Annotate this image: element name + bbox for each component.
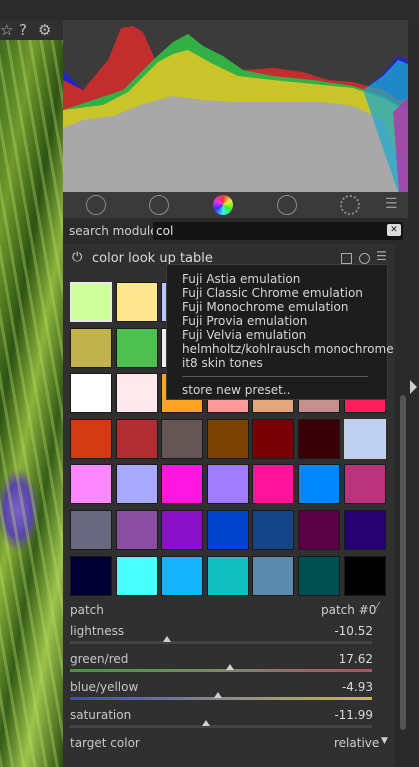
- color-patch[interactable]: [298, 464, 340, 505]
- effects-group-icon[interactable]: [340, 195, 360, 215]
- color-patch[interactable]: [161, 418, 204, 459]
- color-patch[interactable]: [206, 418, 249, 459]
- color-patch[interactable]: [252, 418, 295, 459]
- module-power-icon[interactable]: ⏻: [72, 250, 82, 265]
- color-patch[interactable]: [70, 327, 112, 368]
- correct-group-icon[interactable]: [277, 195, 297, 215]
- preset-item[interactable]: helmholtz/kohlrausch monochrome: [182, 342, 394, 356]
- module-groups: ☰: [63, 192, 408, 218]
- saturation-slider[interactable]: [70, 725, 372, 728]
- search-input[interactable]: col ✕: [153, 222, 403, 240]
- color-patch[interactable]: [343, 510, 386, 550]
- presets-menu-icon[interactable]: ☰: [376, 249, 387, 263]
- blue-yellow-value: -4.93: [341, 680, 373, 694]
- saturation-value: -11.99: [334, 708, 373, 722]
- scrollbar[interactable]: [400, 395, 406, 730]
- green-red-label: green/red: [70, 652, 129, 666]
- lightness-value: -10.52: [334, 624, 373, 638]
- store-preset-item[interactable]: store new preset..: [182, 383, 290, 397]
- color-patch[interactable]: [115, 327, 158, 368]
- help-icon[interactable]: ?: [19, 20, 27, 40]
- power-icon[interactable]: [86, 195, 106, 215]
- preset-item[interactable]: it8 skin tones: [182, 356, 263, 370]
- color-patch[interactable]: [70, 418, 112, 459]
- green-red-knob[interactable]: [226, 664, 235, 670]
- settings-icon[interactable]: ⚙: [38, 20, 51, 40]
- color-patch[interactable]: [115, 418, 158, 459]
- image-texture: [0, 40, 63, 767]
- preset-item[interactable]: Fuji Astia emulation: [182, 272, 300, 286]
- color-patch[interactable]: [70, 464, 112, 505]
- preset-item[interactable]: Fuji Provia emulation: [182, 314, 307, 328]
- preset-item[interactable]: Fuji Velvia emulation: [182, 328, 306, 342]
- collapse-right-icon[interactable]: [410, 380, 417, 394]
- color-patch[interactable]: [70, 510, 112, 550]
- color-patch[interactable]: [115, 510, 158, 550]
- color-patch[interactable]: [298, 510, 340, 550]
- preset-divider: [182, 376, 368, 377]
- green-red-value: 17.62: [338, 652, 373, 666]
- star-icon[interactable]: ☆: [0, 20, 13, 40]
- color-patch[interactable]: [206, 464, 249, 505]
- histogram[interactable]: [63, 20, 408, 192]
- blue-yellow-label: blue/yellow: [70, 680, 139, 694]
- picker-icon[interactable]: ⁄: [376, 600, 378, 614]
- color-patch[interactable]: [70, 373, 112, 414]
- saturation-label: saturation: [70, 708, 132, 722]
- patch-value[interactable]: patch #0: [321, 603, 376, 617]
- header-icons: ☆ ? ⚙: [0, 20, 63, 40]
- color-patch[interactable]: [298, 555, 340, 596]
- search-row: search module col ✕: [63, 220, 408, 242]
- color-patch[interactable]: [70, 282, 112, 322]
- preset-item[interactable]: Fuji Classic Chrome emulation: [182, 286, 363, 300]
- color-patch[interactable]: [161, 464, 204, 505]
- color-patch[interactable]: [115, 555, 158, 596]
- histogram-graph: [63, 26, 408, 192]
- clear-icon[interactable]: ✕: [387, 224, 401, 236]
- color-patch[interactable]: [298, 418, 340, 459]
- color-patch[interactable]: [343, 418, 386, 459]
- patch-label: patch: [70, 603, 104, 617]
- color-patch[interactable]: [115, 282, 158, 322]
- target-color-label: target color: [70, 736, 140, 750]
- color-patch[interactable]: [115, 373, 158, 414]
- lightness-slider[interactable]: [70, 641, 372, 644]
- menu-icon[interactable]: ☰: [385, 196, 398, 212]
- lightness-label: lightness: [70, 624, 125, 638]
- blue-yellow-knob[interactable]: [213, 692, 222, 698]
- color-patch[interactable]: [252, 464, 295, 505]
- presets-dropdown[interactable]: Fuji Astia emulation Fuji Classic Chrome…: [166, 264, 394, 400]
- preset-item[interactable]: Fuji Monochrome emulation: [182, 300, 348, 314]
- color-patch[interactable]: [115, 464, 158, 505]
- color-patch[interactable]: [161, 555, 204, 596]
- color-patch[interactable]: [206, 510, 249, 550]
- top-bar: [0, 0, 419, 22]
- color-patch[interactable]: [161, 510, 204, 550]
- saturation-knob[interactable]: [201, 720, 210, 726]
- color-patch[interactable]: [343, 555, 386, 596]
- circle-icon[interactable]: [149, 195, 169, 215]
- color-patch[interactable]: [343, 464, 386, 505]
- green-red-slider[interactable]: [70, 669, 372, 672]
- dropdown-arrow-icon[interactable]: ▼: [381, 736, 388, 746]
- multi-instance-icon[interactable]: [341, 253, 352, 264]
- color-patch[interactable]: [206, 555, 249, 596]
- search-label: search module: [69, 224, 158, 238]
- color-patch[interactable]: [252, 510, 295, 550]
- reset-icon[interactable]: [359, 253, 370, 264]
- search-input-value: col: [156, 224, 174, 238]
- target-color-value[interactable]: relative: [334, 736, 379, 750]
- lightness-knob[interactable]: [162, 636, 171, 642]
- color-patch[interactable]: [252, 555, 295, 596]
- color-group-icon[interactable]: [213, 195, 233, 215]
- color-patch[interactable]: [70, 555, 112, 596]
